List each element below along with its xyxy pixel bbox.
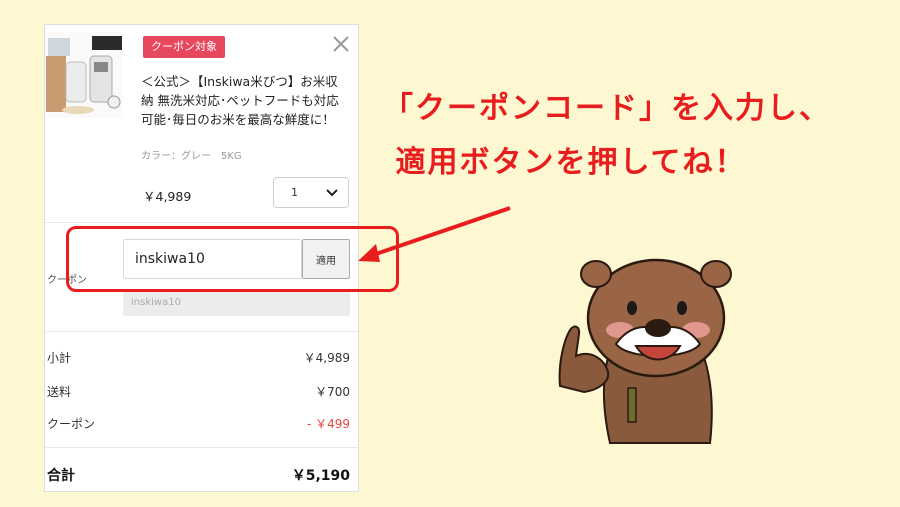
shipping-label: 送料 xyxy=(47,385,72,399)
quantity-value: 1 xyxy=(291,186,298,199)
subtotal-label: 小計 xyxy=(47,351,72,365)
shipping-row: 送料 ￥700 xyxy=(45,383,358,403)
applied-coupon-text: inskiwa10 xyxy=(123,290,350,316)
product-name: ＜公式＞【Inskiwa米びつ】お米収納 無洗米対応･ペットフードも対応可能･毎… xyxy=(141,74,339,127)
total-label: 合計 xyxy=(47,468,75,484)
instruction-text: 「クーポンコード」を入力し、 適用ボタンを押してね！ xyxy=(383,91,831,180)
coupon-discount-row: クーポン - ￥499 xyxy=(45,415,358,435)
chevron-down-icon xyxy=(326,189,338,197)
product-price: ￥4,989 xyxy=(143,189,192,204)
otter-illustration xyxy=(558,258,732,444)
coupon-eligible-badge: クーポン対象 xyxy=(143,36,225,58)
pointer-arrow xyxy=(358,206,511,262)
quantity-select[interactable]: 1 xyxy=(273,177,349,208)
total-row: 合計 ￥5,190 xyxy=(45,465,358,485)
coupon-discount-value: - ￥499 xyxy=(306,417,350,431)
close-icon[interactable] xyxy=(330,33,352,55)
subtotal-row: 小計 ￥4,989 xyxy=(45,349,358,369)
shipping-value: ￥700 xyxy=(315,385,350,399)
product-thumbnail[interactable] xyxy=(46,32,123,118)
divider xyxy=(45,447,358,448)
total-value: ￥5,190 xyxy=(291,468,350,484)
subtotal-value: ￥4,989 xyxy=(303,351,350,365)
coupon-discount-label: クーポン xyxy=(47,417,96,431)
product-variant: カラー：グレー 5KG xyxy=(141,151,242,162)
divider xyxy=(45,331,358,332)
divider xyxy=(45,222,358,223)
